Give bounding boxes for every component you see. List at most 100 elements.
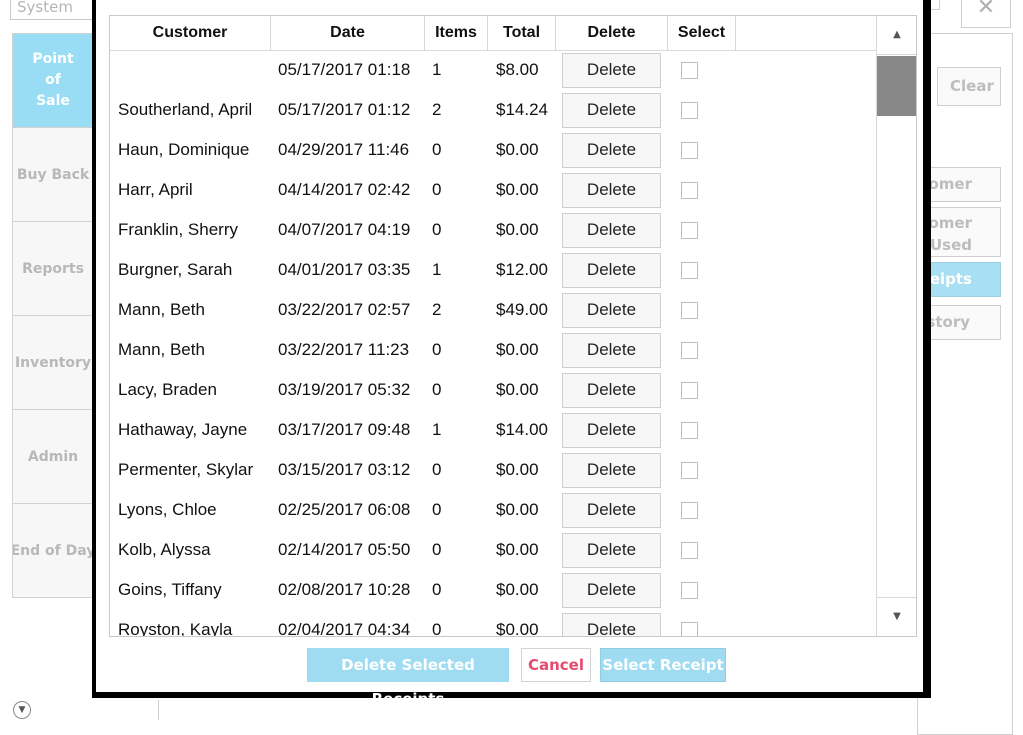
delete-button[interactable]: Delete <box>562 573 661 608</box>
delete-button[interactable]: Delete <box>562 373 661 408</box>
select-checkbox[interactable] <box>681 102 698 119</box>
select-checkbox[interactable] <box>681 62 698 79</box>
customer-cell: Southerland, April <box>118 100 253 119</box>
scroll-up-icon[interactable]: ▲ <box>877 16 916 55</box>
total-cell: $0.00 <box>496 540 539 559</box>
date-cell: 03/17/2017 09:48 <box>278 420 411 439</box>
table-row[interactable]: Mann, Beth 03/22/2017 02:57 2 $49.00 Delete <box>110 291 876 331</box>
items-cell: 0 <box>432 620 442 637</box>
vertical-scrollbar[interactable]: ▲ ▼ <box>876 16 916 636</box>
items-cell: 2 <box>432 100 442 119</box>
nav-point-of-sale[interactable]: Point of Sale <box>12 33 94 128</box>
search-input[interactable]: System <box>10 0 94 20</box>
select-checkbox[interactable] <box>681 582 698 599</box>
delete-button[interactable]: Delete <box>562 533 661 568</box>
date-cell: 02/04/2017 04:34 <box>278 620 411 637</box>
select-checkbox[interactable] <box>681 182 698 199</box>
select-receipt-button[interactable]: Select Receipt <box>600 648 726 682</box>
column-header-customer[interactable]: Customer <box>110 16 271 50</box>
items-cell: 0 <box>432 580 442 599</box>
total-cell: $0.00 <box>496 500 539 519</box>
table-row[interactable]: Goins, Tiffany 02/08/2017 10:28 0 $0.00 Dele… <box>110 571 876 611</box>
column-header-date[interactable]: Date <box>271 16 425 50</box>
table-row[interactable]: Lacy, Braden 03/19/2017 05:32 0 $0.00 Delete <box>110 371 876 411</box>
date-cell: 03/22/2017 11:23 <box>278 340 410 359</box>
delete-selected-receipts-button[interactable]: Delete Selected Receipts <box>307 648 509 708</box>
delete-button[interactable]: Delete <box>562 453 661 488</box>
delete-button[interactable]: Delete <box>562 213 661 248</box>
date-cell: 04/29/2017 11:46 <box>278 140 410 159</box>
select-checkbox[interactable] <box>681 622 698 636</box>
total-cell: $0.00 <box>496 180 539 199</box>
select-checkbox[interactable] <box>681 502 698 519</box>
table-row[interactable]: Permenter, Skylar 03/15/2017 03:12 0 $0.00 D… <box>110 451 876 491</box>
customer-cell: Goins, Tiffany <box>118 580 222 599</box>
table-row[interactable]: Franklin, Sherry 04/07/2017 04:19 0 $0.00 De… <box>110 211 876 251</box>
select-checkbox[interactable] <box>681 222 698 239</box>
select-checkbox[interactable] <box>681 382 698 399</box>
items-cell: 0 <box>432 220 442 239</box>
nav-end-of-day[interactable]: End of Day <box>12 504 94 598</box>
date-cell: 02/14/2017 05:50 <box>278 540 411 559</box>
customer-cell: Lacy, Braden <box>118 380 217 399</box>
total-cell: $49.00 <box>496 300 548 319</box>
select-checkbox[interactable] <box>681 422 698 439</box>
close-button[interactable]: ✕ <box>961 0 1011 28</box>
nav-buy-back[interactable]: Buy Back <box>12 128 94 222</box>
clear-button[interactable]: Clear <box>937 67 1001 106</box>
total-cell: $0.00 <box>496 620 539 637</box>
total-cell: $14.24 <box>496 100 548 119</box>
select-checkbox[interactable] <box>681 262 698 279</box>
delete-button[interactable]: Delete <box>562 293 661 328</box>
select-checkbox[interactable] <box>681 542 698 559</box>
table-row[interactable]: 05/17/2017 01:18 1 $8.00 Delete <box>110 51 876 91</box>
receipts-grid: Customer Date Items Total Delete Select … <box>109 15 917 637</box>
date-cell: 04/01/2017 03:35 <box>278 260 411 279</box>
total-cell: $0.00 <box>496 340 539 359</box>
delete-button[interactable]: Delete <box>562 613 661 636</box>
delete-button[interactable]: Delete <box>562 173 661 208</box>
column-header-delete[interactable]: Delete <box>556 16 668 50</box>
select-checkbox[interactable] <box>681 302 698 319</box>
table-row[interactable]: Haun, Dominique 04/29/2017 11:46 0 $0.00 Del… <box>110 131 876 171</box>
nav-reports[interactable]: Reports <box>12 222 94 316</box>
delete-button[interactable]: Delete <box>562 93 661 128</box>
date-cell: 04/07/2017 04:19 <box>278 220 411 239</box>
table-row[interactable]: Southerland, April 05/17/2017 01:12 2 $14.2… <box>110 91 876 131</box>
nav-admin[interactable]: Admin <box>12 410 94 504</box>
table-row[interactable]: Burgner, Sarah 04/01/2017 03:35 1 $12.00 Del… <box>110 251 876 291</box>
date-cell: 05/17/2017 01:12 <box>278 100 411 119</box>
nav-point-of-sale-label: Point of Sale <box>32 51 74 109</box>
delete-button[interactable]: Delete <box>562 133 661 168</box>
receipts-dialog-body: Customer Date Items Total Delete Select … <box>96 0 923 708</box>
customer-cell: Permenter, Skylar <box>118 460 254 479</box>
date-cell: 03/19/2017 05:32 <box>278 380 411 399</box>
table-row[interactable]: Mann, Beth 03/22/2017 11:23 0 $0.00 Delete <box>110 331 876 371</box>
customer-cell: Franklin, Sherry <box>118 220 238 239</box>
delete-button[interactable]: Delete <box>562 53 661 88</box>
column-header-select[interactable]: Select <box>668 16 736 50</box>
select-checkbox[interactable] <box>681 462 698 479</box>
delete-button[interactable]: Delete <box>562 493 661 528</box>
table-row[interactable]: Kolb, Alyssa 02/14/2017 05:50 0 $0.00 Delete <box>110 531 876 571</box>
customer-cell: Royston, Kayla <box>118 620 233 637</box>
column-header-total[interactable]: Total <box>488 16 556 50</box>
date-cell: 03/15/2017 03:12 <box>278 460 411 479</box>
cancel-button[interactable]: Cancel <box>521 648 591 682</box>
delete-button[interactable]: Delete <box>562 253 661 288</box>
column-header-items[interactable]: Items <box>425 16 488 50</box>
nav-inventory[interactable]: Inventory <box>12 316 94 410</box>
items-cell: 0 <box>432 500 442 519</box>
chevron-down-icon[interactable]: ▼ <box>13 701 31 719</box>
table-row[interactable]: Harr, April 04/14/2017 02:42 0 $0.00 Delete <box>110 171 876 211</box>
scrollbar-thumb[interactable] <box>877 56 916 116</box>
table-row[interactable]: Royston, Kayla 02/04/2017 04:34 0 $0.00 Dele… <box>110 611 876 637</box>
select-checkbox[interactable] <box>681 142 698 159</box>
select-checkbox[interactable] <box>681 342 698 359</box>
scroll-down-icon[interactable]: ▼ <box>877 597 916 636</box>
delete-button[interactable]: Delete <box>562 413 661 448</box>
total-cell: $8.00 <box>496 60 539 79</box>
table-row[interactable]: Lyons, Chloe 02/25/2017 06:08 0 $0.00 Delete <box>110 491 876 531</box>
table-row[interactable]: Hathaway, Jayne 03/17/2017 09:48 1 $14.00 De… <box>110 411 876 451</box>
delete-button[interactable]: Delete <box>562 333 661 368</box>
